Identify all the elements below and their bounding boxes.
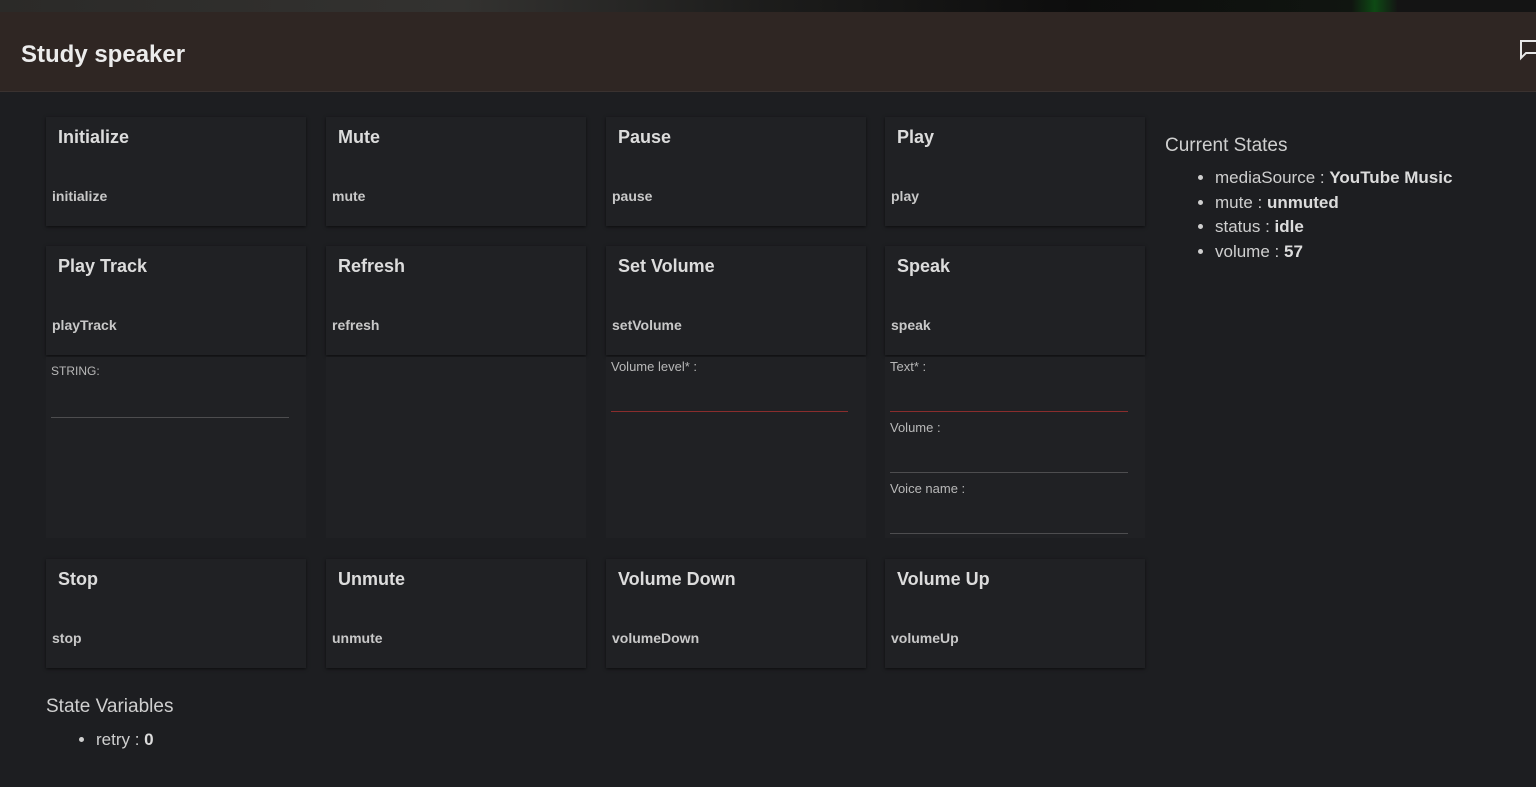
command-name: volumeDown bbox=[612, 630, 700, 646]
command-name: mute bbox=[332, 188, 366, 204]
param-label: Voice name : bbox=[890, 481, 966, 496]
chat-icon[interactable] bbox=[1519, 38, 1536, 62]
state-value: YouTube Music bbox=[1329, 168, 1453, 187]
volume-input[interactable] bbox=[890, 470, 1128, 473]
playtrack-params: STRING: bbox=[46, 357, 306, 538]
command-title: Volume Down bbox=[618, 569, 736, 589]
command-card-stop[interactable]: Stop stop bbox=[46, 559, 306, 668]
command-title: Set Volume bbox=[618, 256, 715, 276]
command-card-mute[interactable]: Mute mute bbox=[326, 117, 586, 226]
state-item: mediaSource : YouTube Music bbox=[1215, 166, 1452, 191]
command-card-pause[interactable]: Pause pause bbox=[606, 117, 866, 226]
command-card-speak[interactable]: Speak speak bbox=[885, 246, 1145, 355]
state-item: mute : unmuted bbox=[1215, 191, 1452, 216]
state-value: unmuted bbox=[1266, 192, 1339, 212]
state-key: volume bbox=[1215, 242, 1270, 262]
command-title: Speak bbox=[897, 256, 951, 276]
command-title: Initialize bbox=[58, 127, 130, 147]
command-card-play[interactable]: Play play bbox=[885, 117, 1145, 226]
command-title: Volume Up bbox=[897, 569, 990, 589]
string-input[interactable] bbox=[51, 415, 289, 418]
param-label: Volume : bbox=[890, 420, 941, 435]
command-card-initialize[interactable]: Initialize initialize bbox=[46, 117, 306, 226]
command-title: Play bbox=[897, 127, 935, 147]
state-sep: : bbox=[130, 730, 145, 749]
command-name: unmute bbox=[332, 630, 383, 646]
state-key: mute bbox=[1215, 192, 1253, 212]
setvolume-params: Volume level* : bbox=[606, 357, 866, 538]
command-name: initialize bbox=[52, 188, 108, 204]
state-value: 0 bbox=[144, 730, 154, 749]
command-name: speak bbox=[891, 317, 931, 333]
current-states-title: Current States bbox=[1165, 135, 1288, 156]
command-card-playtrack[interactable]: Play Track playTrack bbox=[46, 246, 306, 355]
command-card-refresh[interactable]: Refresh refresh bbox=[326, 246, 586, 355]
command-name: play bbox=[891, 188, 920, 204]
top-strip bbox=[0, 0, 1536, 12]
state-value: 57 bbox=[1283, 242, 1303, 262]
state-variables-title: State Variables bbox=[46, 696, 174, 717]
command-name: setVolume bbox=[612, 317, 682, 333]
state-variable-item: retry : 0 bbox=[96, 728, 154, 753]
command-name: stop bbox=[52, 630, 82, 646]
app-header: Study speaker bbox=[0, 12, 1536, 92]
param-label: Text* : bbox=[890, 359, 927, 374]
state-item: status : idle bbox=[1215, 215, 1452, 240]
command-title: Pause bbox=[618, 127, 672, 147]
state-sep: : bbox=[1269, 242, 1284, 262]
command-card-volumeup[interactable]: Volume Up volumeUp bbox=[885, 559, 1145, 668]
state-variables-list: retry : 0 bbox=[46, 728, 154, 753]
state-sep: : bbox=[1252, 192, 1267, 212]
command-title: Play Track bbox=[58, 256, 148, 276]
state-item: volume : 57 bbox=[1215, 240, 1452, 265]
command-card-volumedown[interactable]: Volume Down volumeDown bbox=[606, 559, 866, 668]
state-value: idle bbox=[1274, 217, 1304, 237]
state-sep: : bbox=[1260, 217, 1275, 237]
voice-name-input[interactable] bbox=[890, 531, 1128, 534]
command-title: Mute bbox=[338, 127, 380, 147]
state-key: retry bbox=[96, 730, 130, 749]
command-name: refresh bbox=[332, 317, 380, 333]
command-name: volumeUp bbox=[891, 630, 959, 646]
state-key: mediaSource bbox=[1215, 168, 1316, 187]
command-title: Refresh bbox=[338, 256, 406, 276]
param-label: Volume level* : bbox=[611, 359, 697, 374]
command-card-setvolume[interactable]: Set Volume setVolume bbox=[606, 246, 866, 355]
device-title: Study speaker bbox=[21, 41, 186, 68]
command-title: Stop bbox=[58, 569, 98, 589]
state-sep: : bbox=[1315, 168, 1330, 187]
speak-params: Text* : Volume : Voice name : bbox=[885, 357, 1145, 538]
current-states-list: mediaSource : YouTube Music mute : unmut… bbox=[1165, 166, 1452, 265]
state-key: status bbox=[1215, 217, 1261, 237]
command-name: playTrack bbox=[52, 317, 117, 333]
param-label: STRING: bbox=[51, 364, 100, 378]
volume-level-input[interactable] bbox=[611, 409, 848, 412]
command-title: Unmute bbox=[338, 569, 405, 589]
text-input[interactable] bbox=[890, 409, 1128, 412]
command-card-unmute[interactable]: Unmute unmute bbox=[326, 559, 586, 668]
refresh-params bbox=[326, 357, 586, 538]
command-name: pause bbox=[612, 188, 653, 204]
